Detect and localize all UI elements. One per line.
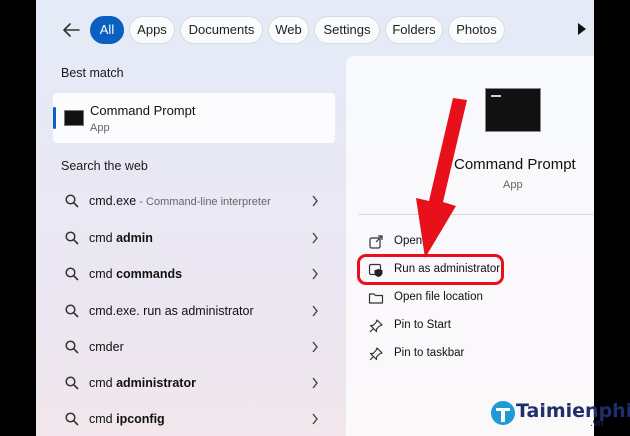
chevron-right-icon xyxy=(312,305,318,317)
selection-indicator xyxy=(53,107,56,129)
web-result-label: cmd.exe. run as administrator xyxy=(89,304,254,318)
chevron-right-icon xyxy=(312,195,318,207)
best-match-title: Command Prompt xyxy=(90,103,196,118)
best-match-item[interactable]: Command Prompt App xyxy=(53,93,335,143)
search-icon xyxy=(65,376,79,390)
taimienphi-logo: Taimienphi .vn xyxy=(490,396,630,432)
action-label: Open file location xyxy=(394,291,483,303)
web-result[interactable]: cmd.exe - Command-line interpreter xyxy=(53,185,335,217)
brand-mark-icon xyxy=(491,401,515,425)
chevron-right-icon xyxy=(312,268,318,280)
filter-bar: All Apps Documents Web Settings Folders … xyxy=(36,0,594,60)
web-result-label: cmd administrator xyxy=(89,376,196,390)
search-icon xyxy=(65,340,79,354)
command-prompt-icon xyxy=(64,110,84,126)
action-label: Pin to Start xyxy=(394,319,451,331)
search-web-header: Search the web xyxy=(61,159,148,173)
action-pin-to-start[interactable]: Pin to Start xyxy=(368,316,568,336)
action-open-file-location[interactable]: Open file location xyxy=(368,288,568,308)
start-search-panel: All Apps Documents Web Settings Folders … xyxy=(36,0,594,436)
web-result[interactable]: cmd administrator xyxy=(53,367,335,399)
more-filters-arrow-icon[interactable] xyxy=(578,23,586,35)
web-result[interactable]: cmd ipconfig xyxy=(53,403,335,435)
chevron-right-icon xyxy=(312,413,318,425)
brand-text: Taimienphi xyxy=(516,400,630,422)
web-result-label: cmd.exe - Command-line interpreter xyxy=(89,194,271,208)
pin-icon xyxy=(369,347,383,361)
filter-documents[interactable]: Documents xyxy=(180,16,263,44)
search-icon xyxy=(65,304,79,318)
filter-settings[interactable]: Settings xyxy=(314,16,380,44)
chevron-right-icon xyxy=(312,232,318,244)
filter-folders[interactable]: Folders xyxy=(385,16,443,44)
web-result-label: cmd commands xyxy=(89,267,183,281)
search-icon xyxy=(65,231,79,245)
filter-web[interactable]: Web xyxy=(268,16,309,44)
search-icon xyxy=(65,194,79,208)
action-label: Pin to taskbar xyxy=(394,347,465,359)
web-result-label: cmder xyxy=(89,340,124,354)
open-external-icon xyxy=(369,235,383,249)
web-result[interactable]: cmd admin xyxy=(53,222,335,254)
chevron-right-icon xyxy=(312,377,318,389)
preview-title: Command Prompt xyxy=(454,156,576,173)
web-result[interactable]: cmd.exe. run as administrator xyxy=(53,295,335,327)
divider xyxy=(358,214,594,215)
back-arrow-icon[interactable] xyxy=(60,19,82,41)
brand-tld: .vn xyxy=(590,418,604,429)
web-result[interactable]: cmder xyxy=(53,331,335,363)
folder-icon xyxy=(368,293,384,304)
chevron-right-icon xyxy=(312,341,318,353)
annotation-arrow-icon xyxy=(416,98,467,258)
command-prompt-large-icon xyxy=(485,88,541,132)
preview-subtitle: App xyxy=(503,179,523,191)
action-pin-to-taskbar[interactable]: Pin to taskbar xyxy=(368,344,568,364)
search-icon xyxy=(65,267,79,281)
best-match-header: Best match xyxy=(61,66,124,80)
filter-photos[interactable]: Photos xyxy=(448,16,505,44)
search-icon xyxy=(65,412,79,426)
pin-icon xyxy=(369,319,383,333)
web-result-label: cmd admin xyxy=(89,231,153,245)
filter-all[interactable]: All xyxy=(90,16,124,44)
web-result-label: cmd ipconfig xyxy=(89,412,165,426)
filter-apps[interactable]: Apps xyxy=(129,16,175,44)
web-result[interactable]: cmd commands xyxy=(53,258,335,290)
best-match-subtitle: App xyxy=(90,122,110,134)
